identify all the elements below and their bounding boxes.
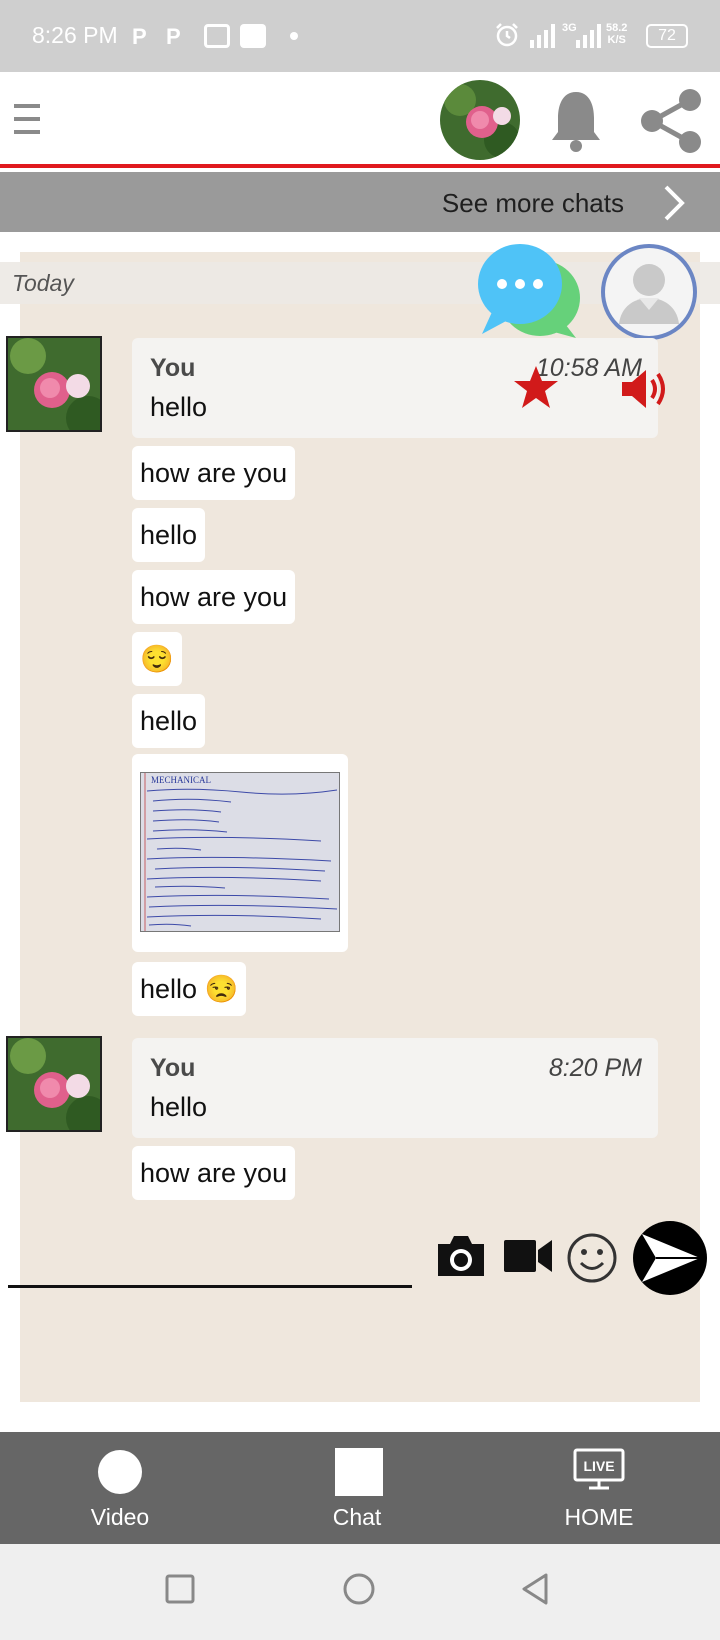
back-icon[interactable]	[520, 1572, 552, 1606]
star-icon[interactable]	[512, 364, 560, 410]
speed-unit: K/S	[607, 34, 626, 46]
shopping-bag-icon	[204, 24, 230, 48]
nav-chat-label: Chat	[332, 1504, 382, 1530]
nav-home-label: HOME	[564, 1504, 634, 1530]
nav-video[interactable]: Video	[40, 1432, 200, 1544]
profile-avatar[interactable]	[440, 80, 520, 160]
message-text: hello	[150, 392, 208, 422]
sender-avatar[interactable]	[6, 336, 102, 432]
live-badge: LIVE	[583, 1458, 614, 1474]
bell-icon[interactable]	[548, 88, 604, 152]
message-bubble[interactable]: hello	[132, 508, 206, 562]
signal-icon-2	[576, 24, 601, 48]
video-circle-icon	[98, 1450, 142, 1494]
message-bubble[interactable]: hello	[132, 694, 206, 748]
message-time: 8:20 PM	[548, 1054, 642, 1082]
image-message[interactable]: MECHANICAL	[132, 754, 348, 952]
see-more-chats-bar[interactable]: See more chats	[0, 172, 720, 232]
message-bubble[interactable]: 😌	[132, 632, 182, 686]
speed-value: 58.2	[606, 22, 628, 34]
video-camera-icon[interactable]	[502, 1236, 554, 1276]
user-profile-fab[interactable]	[601, 244, 697, 340]
user-icon	[605, 248, 693, 336]
share-icon[interactable]	[636, 86, 706, 156]
image-caption: MECHANICAL	[151, 775, 211, 785]
camera-icon[interactable]	[434, 1232, 488, 1280]
status-time: 8:26 PM	[32, 22, 118, 48]
message-input[interactable]	[8, 1285, 412, 1288]
chevron-right-icon	[664, 185, 685, 221]
sender-name: You	[150, 354, 196, 382]
speaker-icon[interactable]	[620, 368, 670, 410]
nav-chat[interactable]: Chat	[277, 1432, 437, 1544]
chat-square-icon	[335, 1448, 383, 1496]
sender-avatar[interactable]	[6, 1036, 102, 1132]
message-header[interactable]: You hello 8:20 PM	[132, 1038, 658, 1138]
nav-video-label: Video	[90, 1504, 150, 1530]
handwritten-note-image: MECHANICAL	[140, 772, 340, 932]
message-bubble[interactable]: how are you	[132, 446, 296, 500]
parking-icon: P	[132, 24, 147, 49]
message-bubble[interactable]: how are you	[132, 1146, 296, 1200]
date-divider-label: Today	[12, 270, 74, 296]
home-circle-icon[interactable]	[342, 1572, 376, 1606]
message-bubble[interactable]: hello 😒	[132, 962, 247, 1016]
chat-bubble-fab-icon[interactable]	[478, 242, 582, 342]
app-notification-icon	[240, 24, 266, 48]
parking-icon: P	[166, 24, 181, 49]
system-navigation-bar	[0, 1544, 720, 1640]
status-bar: 8:26 PM P P 3G 58.2 K/S 72	[0, 0, 720, 72]
message-text: hello	[150, 1092, 208, 1122]
message-header[interactable]: You hello 10:58 AM	[132, 338, 665, 438]
more-notifications-dot	[290, 32, 298, 40]
see-more-chats-label: See more chats	[441, 188, 624, 218]
signal-icon	[530, 24, 555, 48]
battery-indicator: 72	[646, 24, 688, 48]
network-type: 3G	[562, 22, 577, 34]
send-icon[interactable]	[632, 1220, 708, 1296]
recent-apps-icon[interactable]	[165, 1574, 195, 1604]
emoji-icon[interactable]	[566, 1232, 618, 1284]
live-tv-icon: LIVE	[573, 1448, 625, 1490]
message-bubble[interactable]: how are you	[132, 570, 296, 624]
sender-name: You	[150, 1054, 196, 1082]
alarm-icon	[496, 23, 518, 47]
app-header	[0, 72, 720, 168]
nav-home[interactable]: LIVE HOME	[519, 1432, 679, 1544]
bottom-navigation: Video Chat LIVE HOME	[0, 1432, 720, 1544]
network-speed: 58.2 K/S	[606, 22, 627, 46]
hamburger-icon[interactable]	[14, 104, 42, 138]
